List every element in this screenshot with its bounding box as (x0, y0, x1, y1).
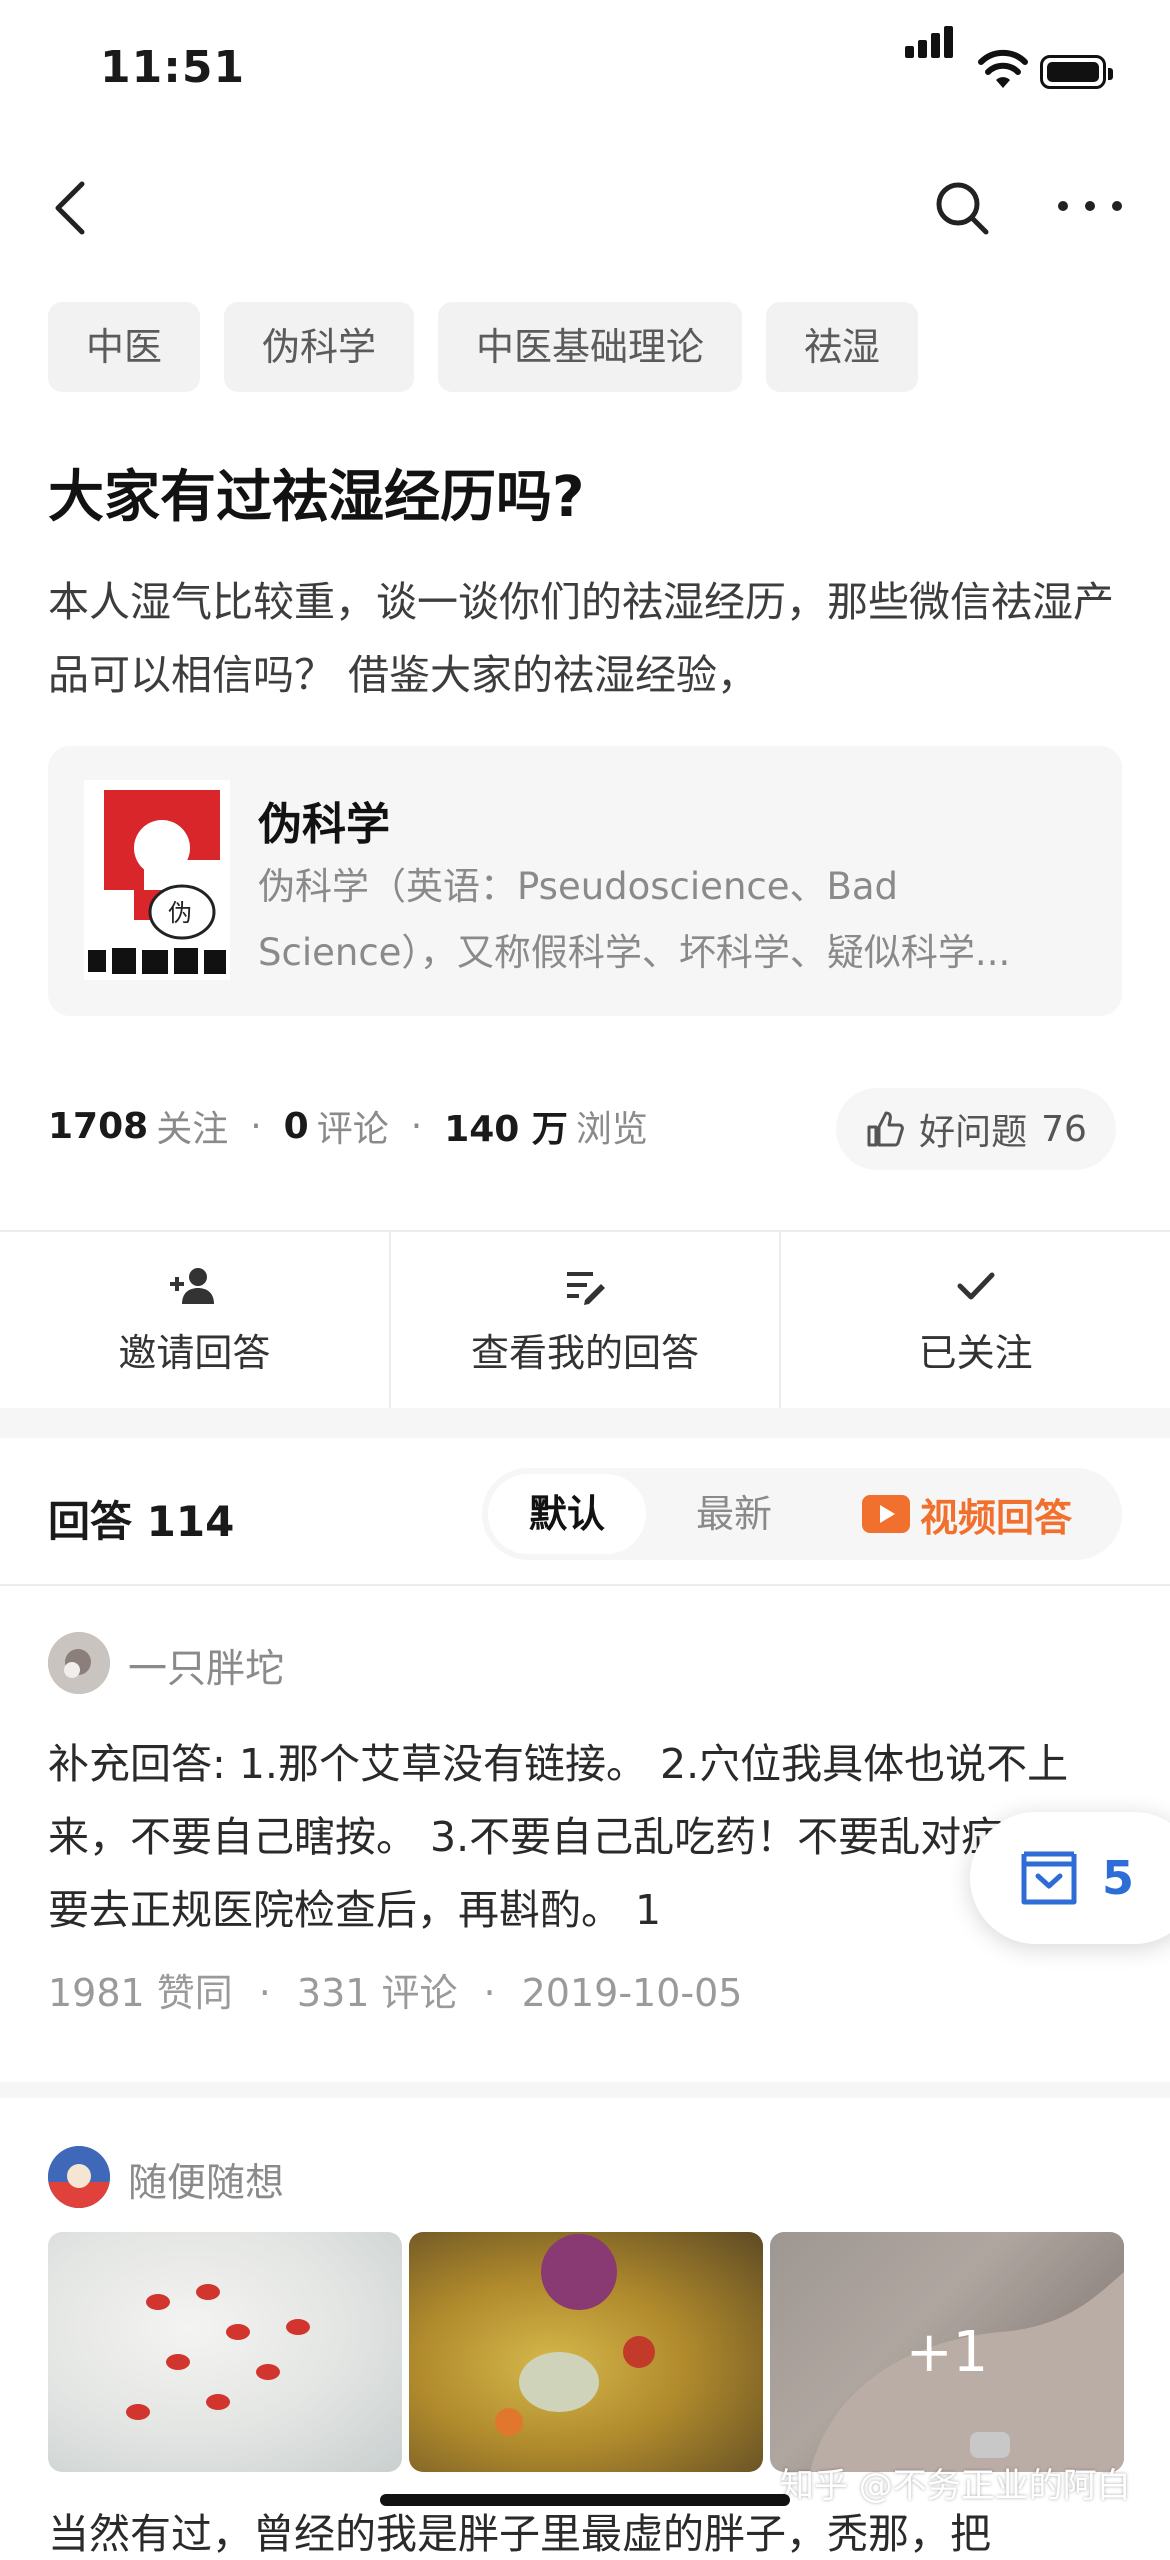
avatar[interactable] (48, 2146, 110, 2208)
sort-default-tab[interactable]: 默认 (488, 1474, 646, 1554)
floating-collection-button[interactable]: 5 (970, 1812, 1170, 1944)
good-question-label: 好问题 (919, 1112, 1028, 1153)
answer-comments: 331 评论 (296, 1971, 458, 2015)
invite-answer-button[interactable]: 邀请回答 (0, 1232, 391, 1410)
video-answers-label: 视频回答 (920, 1495, 1073, 1540)
battery-icon (1040, 55, 1113, 89)
video-play-icon (862, 1495, 910, 1533)
add-user-icon (170, 1267, 215, 1304)
question-description[interactable]: 本人湿气比较重，谈一谈你们的祛湿经历，那些微信祛湿产品可以相信吗？ 借鉴大家的祛… (48, 566, 1123, 712)
topic-card-title: 伪科学 (258, 799, 390, 850)
back-chevron-icon[interactable] (46, 178, 96, 238)
answer-author-name[interactable]: 随便随想 (128, 2152, 284, 2208)
answer-author-name[interactable]: 一只胖坨 (128, 1638, 284, 1694)
question-action-bar: 邀请回答 查看我的回答 已关注 (0, 1230, 1170, 1410)
collection-box-icon (1021, 1851, 1077, 1905)
avatar[interactable] (48, 1632, 110, 1694)
check-icon (957, 1272, 995, 1299)
more-options-icon[interactable] (1055, 196, 1125, 216)
answer-excerpt[interactable]: 当然有过，曾经的我是胖子里最虚的胖子，秃那，把 (48, 2500, 991, 2560)
comments-label[interactable]: 评论 (317, 1100, 389, 1152)
topic-card[interactable]: 伪 伪科学 伪科学（英语：Pseudoscience、Bad Science），… (48, 746, 1122, 1016)
sort-newest-tab[interactable]: 最新 (696, 1468, 772, 1560)
tag-chip[interactable]: 中医 (48, 302, 201, 392)
section-separator (0, 1408, 1170, 1438)
view-my-answer-button[interactable]: 查看我的回答 (391, 1232, 782, 1410)
invite-answer-label: 邀请回答 (118, 1330, 271, 1375)
tag-chip[interactable]: 伪科学 (224, 302, 415, 392)
followers-count: 1708 (48, 1105, 149, 1147)
answer-excerpt[interactable]: 补充回答: 1.那个艾草没有链接。 2.穴位我具体也说不上来，不要自己瞎按。 3… (48, 1728, 1128, 1947)
question-stats: 1708 关注 · 0 评论 · 140 万 浏览 (48, 1100, 648, 1152)
more-photos-count[interactable]: +1 (770, 2232, 1124, 2472)
comments-count: 0 (283, 1105, 309, 1147)
divider (0, 1584, 1170, 1586)
followed-button[interactable]: 已关注 (781, 1232, 1170, 1410)
topic-logo-image: 伪 (84, 780, 230, 980)
tag-chip[interactable]: 祛湿 (766, 302, 919, 392)
answer-likes: 1981 赞同 (48, 1971, 233, 2015)
answer-photo[interactable] (48, 2232, 402, 2472)
topic-card-description: 伪科学（英语：Pseudoscience、Bad Science），又称假科学、… (258, 865, 1011, 974)
edit-list-icon (567, 1271, 605, 1305)
tag-chip[interactable]: 中医基础理论 (438, 302, 743, 392)
search-icon[interactable] (932, 178, 992, 238)
view-my-answer-label: 查看我的回答 (471, 1330, 700, 1375)
answer-photo-grid: +1 (48, 2232, 1124, 2472)
collection-count: 5 (1102, 1851, 1135, 1905)
section-separator (0, 2082, 1170, 2098)
thumbs-up-icon (867, 1111, 904, 1147)
watermark-text: 知乎 @不务正业的阿白 (780, 2466, 1131, 2506)
question-title: 大家有过祛湿经历吗? (48, 465, 585, 530)
status-time: 11:51 (100, 42, 246, 93)
video-answers-tab[interactable]: 视频回答 (862, 1468, 1072, 1560)
topic-tags: 中医 伪科学 中医基础理论 祛湿 (48, 302, 919, 392)
answer-photo[interactable] (409, 2232, 763, 2472)
answer-photo[interactable]: +1 (770, 2232, 1124, 2472)
views-count: 140 万 (444, 1109, 568, 1150)
good-question-button[interactable]: 好问题 76 (836, 1088, 1116, 1170)
followers-label: 关注 (156, 1109, 229, 1150)
views-label: 浏览 (575, 1109, 648, 1150)
answer-sort-switch: 默认 最新 视频回答 (482, 1468, 1122, 1560)
wifi-icon (978, 49, 1028, 88)
answer-meta: 1981 赞同 · 331 评论 · 2019-10-05 (48, 1971, 743, 2015)
answer-date: 2019-10-05 (521, 1971, 743, 2015)
followed-label: 已关注 (918, 1330, 1033, 1375)
answers-count-header: 回答 114 (48, 1497, 235, 1546)
topic-logo-glyph: 伪 (168, 899, 192, 927)
home-indicator[interactable] (380, 2494, 790, 2506)
good-question-count: 76 (1041, 1108, 1087, 1150)
